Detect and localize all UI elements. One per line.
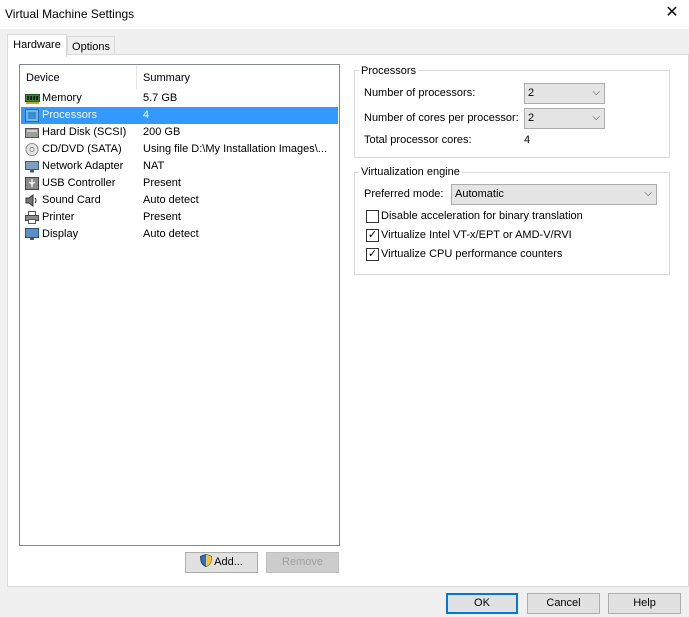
device-name: Display [42,228,79,240]
virtualize-perf-counters-checkbox[interactable]: ✓ [366,248,379,261]
checkmark-icon: ✓ [367,229,378,241]
preferred-mode-select[interactable]: Automatic ⌵ [451,184,657,205]
hard-disk-icon [25,126,39,139]
preferred-mode-value: Automatic [455,188,504,200]
cancel-button-label: Cancel [546,597,581,609]
memory-icon [25,92,40,105]
window-title: Virtual Machine Settings [5,7,135,21]
device-summary: 4 [143,109,150,121]
num-processors-select[interactable]: 2 ⌵ [524,83,605,104]
device-row-sound-card[interactable]: Sound Card Auto detect [21,192,338,209]
device-name: Memory [42,92,82,104]
device-summary: Present [143,177,181,189]
cores-per-processor-label: Number of cores per processor: [364,112,519,124]
tab-hardware-label: Hardware [13,39,61,51]
cd-dvd-icon [25,143,39,156]
device-summary: Auto detect [143,228,199,240]
remove-button-label: Remove [282,556,323,568]
device-row-network-adapter[interactable]: Network Adapter NAT [21,158,338,175]
network-adapter-icon [25,160,39,173]
device-name: Processors [42,108,98,123]
virtualization-group-label: Virtualization engine [359,166,462,178]
virtualize-vtx-checkbox[interactable]: ✓ [366,229,379,242]
virtualize-vtx-label[interactable]: Virtualize Intel VT-x/EPT or AMD-V/RVI [381,229,572,241]
cores-per-processor-select[interactable]: 2 ⌵ [524,108,605,129]
device-summary: NAT [143,160,165,172]
device-row-hard-disk[interactable]: Hard Disk (SCSI) 200 GB [21,124,338,141]
column-header-device[interactable]: Device [26,72,60,84]
ok-button[interactable]: OK [446,593,518,614]
chevron-down-icon: ⌵ [644,188,652,199]
disable-acceleration-label[interactable]: Disable acceleration for binary translat… [381,210,583,222]
virtualize-perf-counters-label[interactable]: Virtualize CPU performance counters [381,248,562,260]
close-icon[interactable]: ✕ [663,4,681,22]
device-name: Network Adapter [42,160,124,172]
device-row-usb-controller[interactable]: USB Controller Present [21,175,338,192]
chevron-down-icon: ⌵ [592,112,600,123]
usb-icon [25,177,39,190]
device-name: CD/DVD (SATA) [42,143,122,155]
processors-group-label: Processors [359,65,419,77]
device-row-printer[interactable]: Printer Present [21,209,338,226]
add-button-label: Add... [214,556,243,568]
add-button[interactable]: Add... [185,552,258,573]
chevron-down-icon: ⌵ [592,87,600,98]
tab-hardware[interactable]: Hardware [7,34,67,57]
display-icon [25,228,39,241]
help-button-label: Help [633,597,656,609]
num-processors-label: Number of processors: [364,87,476,99]
total-cores-value: 4 [524,134,531,146]
cancel-button[interactable]: Cancel [527,593,600,614]
disable-acceleration-checkbox[interactable] [366,210,379,223]
device-name: USB Controller [42,177,116,189]
total-cores-label: Total processor cores: [364,134,472,146]
device-row-display[interactable]: Display Auto detect [21,226,338,243]
checkmark-icon: ✓ [367,248,378,260]
title-bar: Virtual Machine Settings ✕ [0,0,689,29]
preferred-mode-label: Preferred mode: [364,188,444,200]
processor-icon [25,109,39,122]
device-name: Printer [42,211,75,223]
device-row-cd-dvd[interactable]: CD/DVD (SATA) Using file D:\My Installat… [21,141,338,158]
sound-card-icon [25,194,39,207]
shield-icon [200,553,213,574]
printer-icon [25,211,39,224]
help-button[interactable]: Help [608,593,681,614]
device-summary: Auto detect [143,194,199,206]
device-row-memory[interactable]: Memory 5.7 GB [21,90,338,107]
device-row-processors[interactable]: Processors 4 [21,107,338,124]
device-summary: Using file D:\My Installation Images\... [143,143,328,155]
ok-button-label: OK [474,597,490,609]
tab-options-label: Options [72,41,110,53]
cores-per-processor-value: 2 [528,112,535,124]
device-name: Sound Card [42,194,101,206]
remove-button[interactable]: Remove [266,552,339,573]
device-name: Hard Disk (SCSI) [42,126,127,138]
device-summary: 200 GB [143,126,181,138]
num-processors-value: 2 [528,87,535,99]
device-summary: Present [143,211,181,223]
column-header-summary[interactable]: Summary [143,72,190,84]
column-separator[interactable] [136,66,137,89]
device-summary: 5.7 GB [143,92,178,104]
